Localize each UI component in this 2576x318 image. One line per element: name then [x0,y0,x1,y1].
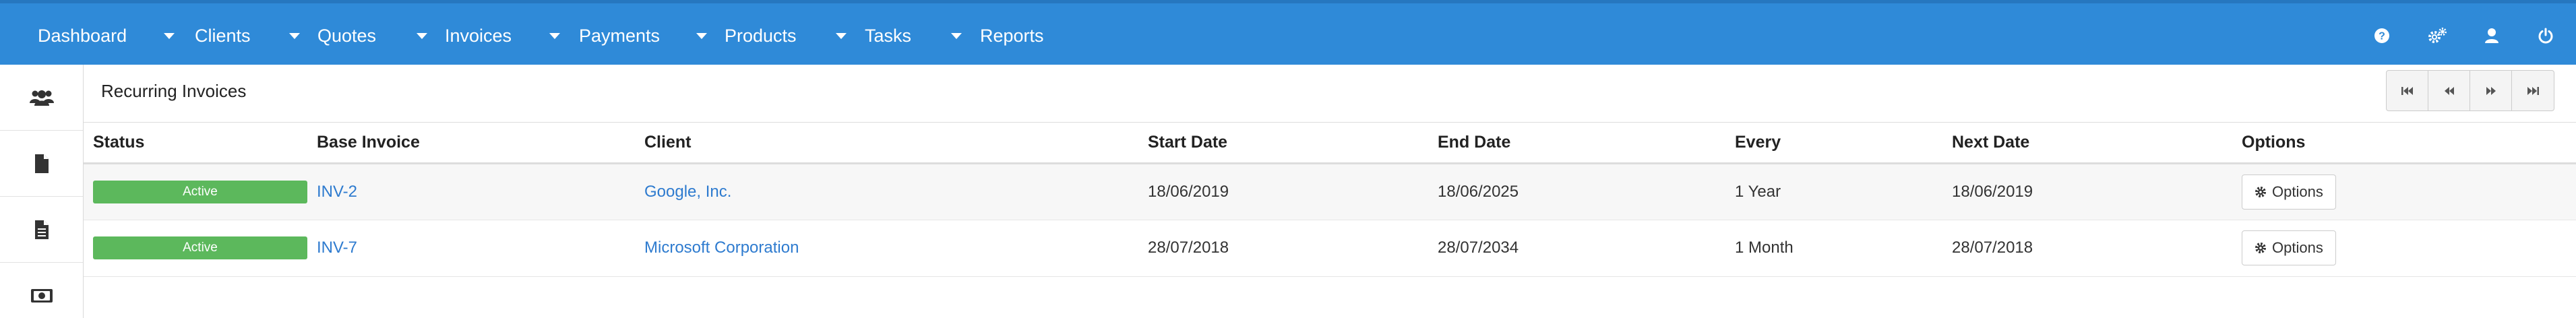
tasks-dropdown-caret-icon[interactable] [946,3,967,68]
header-options: Options [2242,123,2576,164]
top-navbar: Dashboard Clients Quotes Invoices Paymen… [0,0,2576,65]
nav-products[interactable]: Products [725,3,797,68]
settings-icon[interactable] [2421,3,2455,68]
previous-page-icon[interactable] [2428,71,2470,110]
gear-icon [2255,243,2266,253]
header-next-date[interactable]: Next Date [1952,123,2242,164]
clients-icon [29,90,54,106]
header-client[interactable]: Client [644,123,1148,164]
quotes-icon [34,220,49,239]
power-icon[interactable] [2529,3,2563,68]
sidebar [0,65,84,318]
sidebar-item-quotes[interactable] [0,197,83,263]
nav-clients[interactable]: Clients [195,3,251,68]
table-row: Active INV-7 Microsoft Corporation 28/07… [84,220,2576,277]
client-link[interactable]: Microsoft Corporation [644,238,799,257]
nav-dashboard[interactable]: Dashboard [38,3,127,68]
sidebar-item-clients[interactable] [0,65,83,131]
nav-payments[interactable]: Payments [579,3,660,68]
sidebar-item-invoices[interactable] [0,131,83,197]
user-icon[interactable] [2475,3,2509,68]
nav-reports[interactable]: Reports [980,3,1044,68]
header-start-date[interactable]: Start Date [1148,123,1438,164]
help-icon[interactable]: ? [2365,3,2399,68]
dashboard-dropdown-caret-icon[interactable] [159,3,179,68]
payments-dropdown-caret-icon[interactable] [692,3,712,68]
main-content: Recurring Invoices Status Base Invoice C… [84,65,2576,318]
next-page-icon[interactable] [2470,71,2512,110]
clients-dropdown-caret-icon[interactable] [284,3,305,68]
table-header-row: Status Base Invoice Client Start Date En… [84,123,2576,164]
pagination [2386,70,2554,111]
header-end-date[interactable]: End Date [1438,123,1735,164]
gear-icon [2255,186,2266,197]
start-date-cell: 18/06/2019 [1148,163,1438,220]
nav-invoices[interactable]: Invoices [445,3,512,68]
client-link[interactable]: Google, Inc. [644,183,731,201]
page-title: Recurring Invoices [101,81,247,101]
end-date-cell: 18/06/2025 [1438,163,1735,220]
nav-tasks[interactable]: Tasks [865,3,911,68]
end-date-cell: 28/07/2034 [1438,220,1735,277]
header-base-invoice[interactable]: Base Invoice [317,123,644,164]
options-button[interactable]: Options [2242,230,2336,265]
next-date-cell: 28/07/2018 [1952,220,2242,277]
header-status[interactable]: Status [84,123,317,164]
nav-quotes[interactable]: Quotes [317,3,376,68]
status-badge: Active [93,236,307,259]
last-page-icon[interactable] [2512,71,2554,110]
products-dropdown-caret-icon[interactable] [831,3,851,68]
base-invoice-link[interactable]: INV-2 [317,183,357,201]
payments-icon [30,288,53,303]
options-button-label: Options [2272,239,2323,256]
base-invoice-link[interactable]: INV-7 [317,238,357,257]
options-button-label: Options [2272,183,2323,200]
next-date-cell: 18/06/2019 [1952,163,2242,220]
frequency-cell: 1 Month [1735,220,1952,277]
status-badge: Active [93,180,307,203]
invoices-dropdown-caret-icon[interactable] [545,3,565,68]
header-every[interactable]: Every [1735,123,1952,164]
panel-header: Recurring Invoices [84,65,2576,123]
svg-text:?: ? [2379,31,2385,42]
quotes-dropdown-caret-icon[interactable] [412,3,432,68]
first-page-icon[interactable] [2387,71,2428,110]
invoices-icon [34,154,49,173]
recurring-invoices-table: Status Base Invoice Client Start Date En… [84,123,2576,277]
options-button[interactable]: Options [2242,174,2336,210]
table-row: Active INV-2 Google, Inc. 18/06/2019 18/… [84,163,2576,220]
sidebar-item-payments[interactable] [0,263,83,318]
start-date-cell: 28/07/2018 [1148,220,1438,277]
frequency-cell: 1 Year [1735,163,1952,220]
